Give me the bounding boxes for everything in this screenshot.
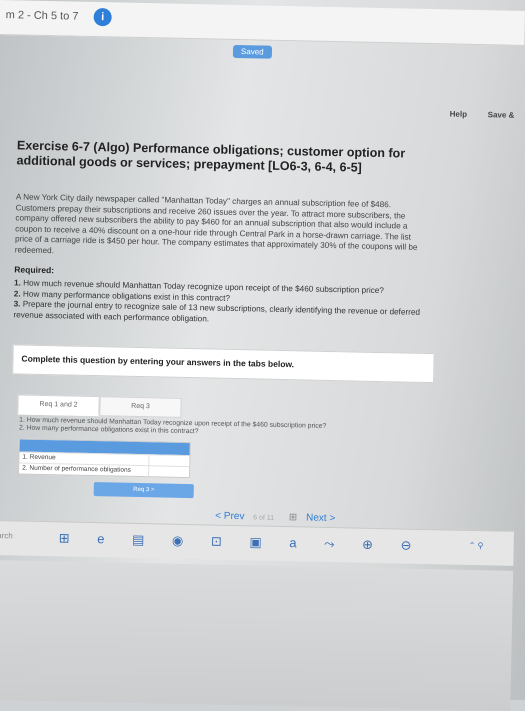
browser-page: m 2 - Ch 5 to 7 i Saved Help Save & Exer… <box>0 0 525 711</box>
grid-icon[interactable]: ⊞ <box>289 512 298 523</box>
instruction-text: Complete this question by entering your … <box>21 353 295 370</box>
requirements-list: 1. How much revenue should Manhattan Tod… <box>13 278 434 329</box>
exercise-body: A New York City daily newspaper called "… <box>14 192 418 255</box>
tab-req-1-and-2[interactable]: Req 1 and 2 <box>17 394 100 417</box>
tab-req-3[interactable]: Req 3 <box>99 396 182 418</box>
windows-taskbar: earch ⊞ e ▤ ◉ ⊡ ▣ a ⤳ ⊕ ⊖ ⌃ ⚲ <box>0 519 514 566</box>
save-exit-link[interactable]: Save & <box>488 110 515 120</box>
saved-indicator: Saved <box>232 44 272 59</box>
tab-question-text: 1. How much revenue should Manhattan Tod… <box>19 416 419 440</box>
system-tray-icon[interactable]: ⌃ ⚲ <box>469 541 484 550</box>
info-badge[interactable]: i <box>93 7 112 27</box>
laptop-bezel <box>0 559 514 711</box>
requirement-tabs: Req 1 and 2 Req 3 <box>17 392 182 418</box>
requirement-1-number: 1. <box>13 278 22 288</box>
answer-row-obligations-label: 2. Number of performance obligations <box>22 464 132 474</box>
answer-table: 1. Revenue 2. Number of performance obli… <box>18 438 191 479</box>
req-3-button[interactable]: Req 3 > <box>93 482 194 499</box>
taskbar-app-icons[interactable]: ⊞ e ▤ ◉ ⊡ ▣ a ⤳ ⊕ ⊖ <box>59 530 424 554</box>
prev-button[interactable]: < Prev <box>215 511 244 523</box>
taskbar-search[interactable]: earch <box>0 531 13 540</box>
instruction-panel: Complete this question by entering your … <box>12 344 435 384</box>
next-button[interactable]: Next > <box>306 513 335 525</box>
requirement-2-number: 2. <box>13 288 21 298</box>
top-bar: m 2 - Ch 5 to 7 i <box>0 0 525 46</box>
obligations-input[interactable] <box>148 466 190 478</box>
answer-row-obligations: 2. Number of performance obligations <box>19 462 190 478</box>
breadcrumb[interactable]: m 2 - Ch 5 to 7 <box>6 9 79 23</box>
help-link[interactable]: Help <box>450 109 468 118</box>
page-indicator: 6 of 11 <box>253 514 275 522</box>
photo-background: m 2 - Ch 5 to 7 i Saved Help Save & Exer… <box>0 0 525 711</box>
requirement-3-number: 3. <box>13 299 21 309</box>
answer-row-revenue-label: 1. Revenue <box>22 453 56 462</box>
exercise-title: Exercise 6-7 (Algo) Performance obligati… <box>16 138 406 175</box>
required-heading: Required: <box>14 264 55 276</box>
pagination: < Prev 6 of 11 ⊞ Next > <box>215 511 335 525</box>
